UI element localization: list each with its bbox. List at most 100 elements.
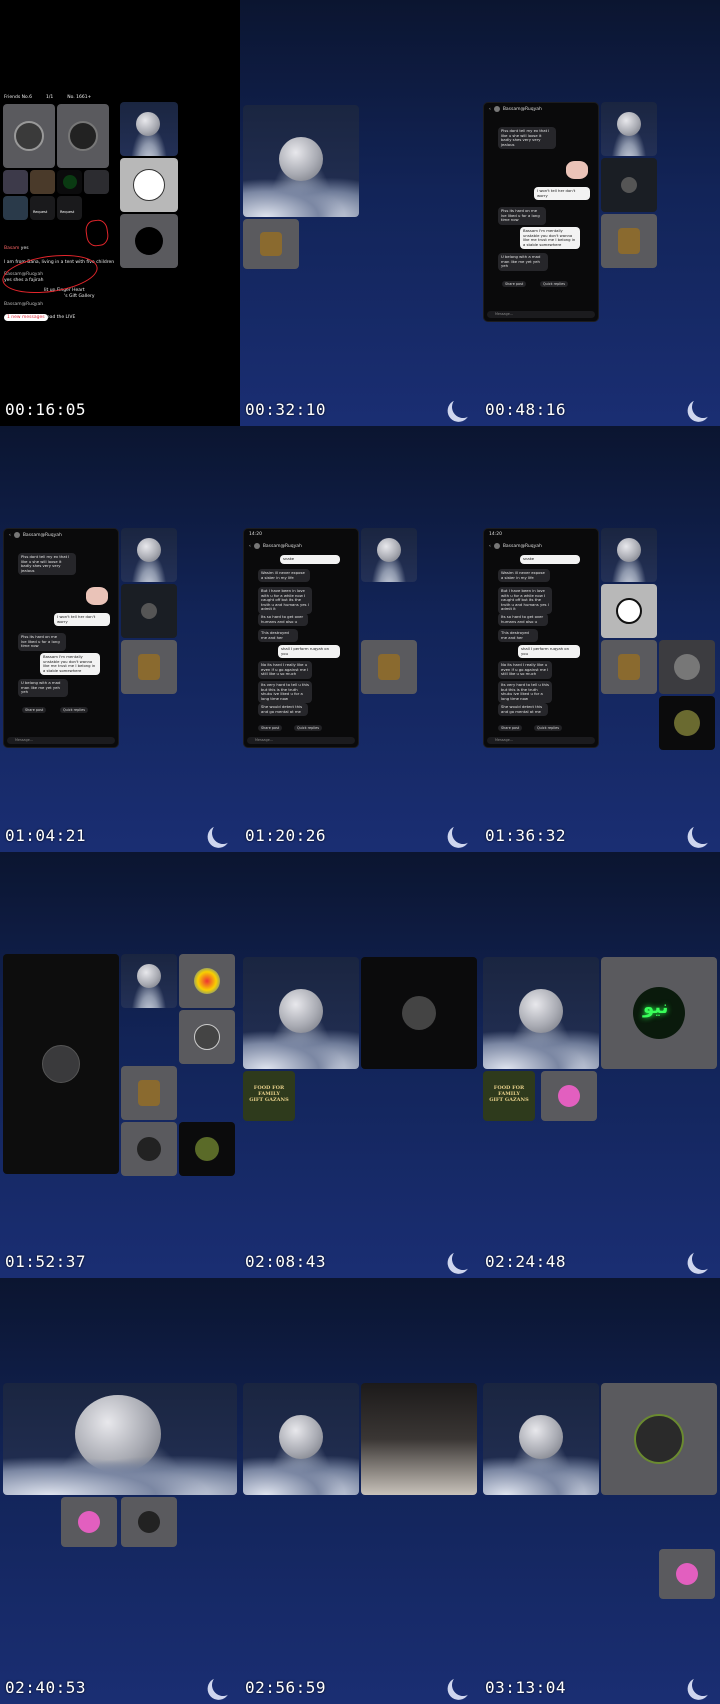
side-tile-cat[interactable]: [659, 696, 715, 750]
message-input[interactable]: Message...: [487, 737, 595, 744]
back-icon[interactable]: ‹: [489, 544, 491, 549]
back-icon[interactable]: ‹: [9, 533, 11, 538]
frame-1: Friends No.6 1/1 No. 1661+ Request Reque…: [0, 0, 240, 426]
guest-tile-3[interactable]: [3, 170, 28, 194]
chat-user: Bassam@Ruqyah: [4, 302, 44, 307]
dm-header: Bassam@Ruqyah: [22, 532, 62, 538]
main-tile-moon[interactable]: [483, 1383, 599, 1495]
main-tile-host[interactable]: [3, 954, 119, 1174]
quick-replies-chip[interactable]: Quick replies: [294, 725, 322, 731]
side-tile-2[interactable]: [601, 158, 657, 212]
topbar-friends[interactable]: Friends No.6: [4, 95, 32, 100]
main-tile-moon[interactable]: [483, 957, 599, 1069]
topbar-count: 1/1: [45, 95, 54, 100]
message-out: Bassam I'm mentally unstable you don't w…: [520, 227, 580, 250]
message-in: Its so hard to get over humans and also …: [498, 613, 548, 627]
topbar-viewers[interactable]: No. 1661+: [67, 95, 91, 100]
share-post-chip[interactable]: Share post: [22, 707, 47, 713]
new-messages-pill[interactable]: 1 new messages: [4, 314, 48, 321]
guest-tile-4[interactable]: [30, 170, 55, 194]
side-tile-mug[interactable]: [601, 214, 657, 268]
side-tile-food[interactable]: FOOD FOR FAMILY GIFT GAZANS: [243, 1071, 295, 1121]
dm-screenshot: 14:20 ‹ Bassam@Ruqyah snake Wasim ill nev…: [243, 528, 359, 748]
dm-screenshot: ‹ Bassam@Ruqyah Plss dont tell my ex that…: [3, 528, 119, 748]
read-live-link[interactable]: Read the LIVE: [44, 315, 75, 320]
guest-tile-7[interactable]: [3, 196, 28, 220]
side-tile-cat[interactable]: [121, 1122, 177, 1176]
side-tile-host[interactable]: [361, 957, 477, 1069]
frame-grid: Friends No.6 1/1 No. 1661+ Request Reque…: [0, 0, 720, 1704]
side-tile-mug[interactable]: [121, 1066, 177, 1120]
side-tile-logo[interactable]: [120, 158, 178, 212]
message-in: Its very hard to tell u this but this is…: [498, 681, 552, 704]
side-tile-moon[interactable]: [601, 102, 657, 156]
side-tile-logo[interactable]: [601, 584, 657, 638]
message-input[interactable]: Message...: [7, 737, 115, 744]
side-tile-food[interactable]: FOOD FOR FAMILY GIFT GAZANS: [483, 1071, 535, 1121]
side-tile-cheshire[interactable]: [61, 1497, 117, 1547]
message-in: No its hard I really like u even if u go…: [498, 661, 552, 679]
dm-header: Bassam@Ruqyah: [502, 106, 542, 112]
crescent-icon: [450, 394, 475, 419]
side-tile-mug[interactable]: [361, 640, 417, 694]
side-tile-moon[interactable]: [601, 528, 657, 582]
side-tile-dark-cat[interactable]: [179, 1122, 235, 1176]
request-slot-2[interactable]: Request: [57, 196, 82, 220]
guest-tile-1[interactable]: [3, 104, 55, 168]
back-icon[interactable]: ‹: [489, 107, 491, 112]
quick-replies-chip[interactable]: Quick replies: [60, 707, 88, 713]
side-tile-colorful[interactable]: [179, 954, 235, 1008]
message-input[interactable]: Message...: [247, 737, 355, 744]
side-tile-cheshire[interactable]: [541, 1071, 597, 1121]
side-tile-mug[interactable]: [243, 219, 299, 269]
side-tile-2[interactable]: [121, 584, 177, 638]
message-in: U belong with a mad man like me yet yeh …: [498, 253, 548, 271]
timestamp: 02:08:43: [245, 1252, 327, 1271]
frame-9: نيو FOOD FOR FAMILY GIFT GAZANS 02:24:48: [480, 852, 720, 1278]
guest-tile-5[interactable]: [57, 170, 82, 194]
side-tile-moon[interactable]: [120, 102, 178, 156]
side-tile-mug[interactable]: [121, 640, 177, 694]
message-out: snake: [280, 555, 340, 564]
side-tile-suit[interactable]: [179, 1010, 235, 1064]
side-tile-neon[interactable]: نيو: [601, 957, 717, 1069]
crescent-icon: [690, 1246, 715, 1271]
side-tile-blurry[interactable]: [361, 1383, 477, 1495]
share-post-chip[interactable]: Share post: [258, 725, 283, 731]
timestamp: 01:04:21: [5, 826, 87, 845]
main-tile-moon[interactable]: [243, 957, 359, 1069]
message-in: Plss dont tell my ex that I like u she w…: [18, 553, 76, 576]
side-tile-cheshire[interactable]: [659, 1549, 715, 1599]
message-in: She would detect this and go mental at m…: [498, 703, 548, 717]
timestamp: 02:24:48: [485, 1252, 567, 1271]
message-in: But I have been in love with u for a whi…: [258, 587, 312, 614]
side-tile-moon[interactable]: [121, 954, 177, 1008]
side-tile-moon[interactable]: [361, 528, 417, 582]
back-icon[interactable]: ‹: [249, 544, 251, 549]
timestamp: 01:52:37: [5, 1252, 87, 1271]
frame-12: 03:13:04: [480, 1278, 720, 1704]
food-tile-title: FOOD FOR FAMILY GIFT GAZANS: [249, 1085, 289, 1103]
side-tile-mug[interactable]: [601, 640, 657, 694]
side-tile-dark[interactable]: [120, 214, 178, 268]
guest-tile-6[interactable]: [84, 170, 109, 194]
sticker: [86, 587, 108, 605]
crescent-icon: [450, 1672, 475, 1697]
dm-screenshot: ‹ Bassam@Ruqyah Plss dont tell my ex that…: [483, 102, 599, 322]
share-post-chip[interactable]: Share post: [502, 281, 527, 287]
main-tile-moon[interactable]: [243, 105, 359, 217]
frame-2: 00:32:10: [240, 0, 480, 426]
quick-replies-chip[interactable]: Quick replies: [534, 725, 562, 731]
guest-tile-2[interactable]: [57, 104, 109, 168]
main-tile-moon[interactable]: [3, 1383, 237, 1495]
quick-replies-chip[interactable]: Quick replies: [540, 281, 568, 287]
side-tile-moon[interactable]: [121, 528, 177, 582]
side-tile-cat[interactable]: [601, 1383, 717, 1495]
side-tile-person[interactable]: [659, 640, 715, 694]
message-input[interactable]: Message...: [487, 311, 595, 318]
share-post-chip[interactable]: Share post: [498, 725, 523, 731]
request-slot-1[interactable]: Request: [30, 196, 55, 220]
main-tile-moon[interactable]: [243, 1383, 359, 1495]
side-tile-cat[interactable]: [121, 1497, 177, 1547]
frame-3: ‹ Bassam@Ruqyah Plss dont tell my ex that…: [480, 0, 720, 426]
